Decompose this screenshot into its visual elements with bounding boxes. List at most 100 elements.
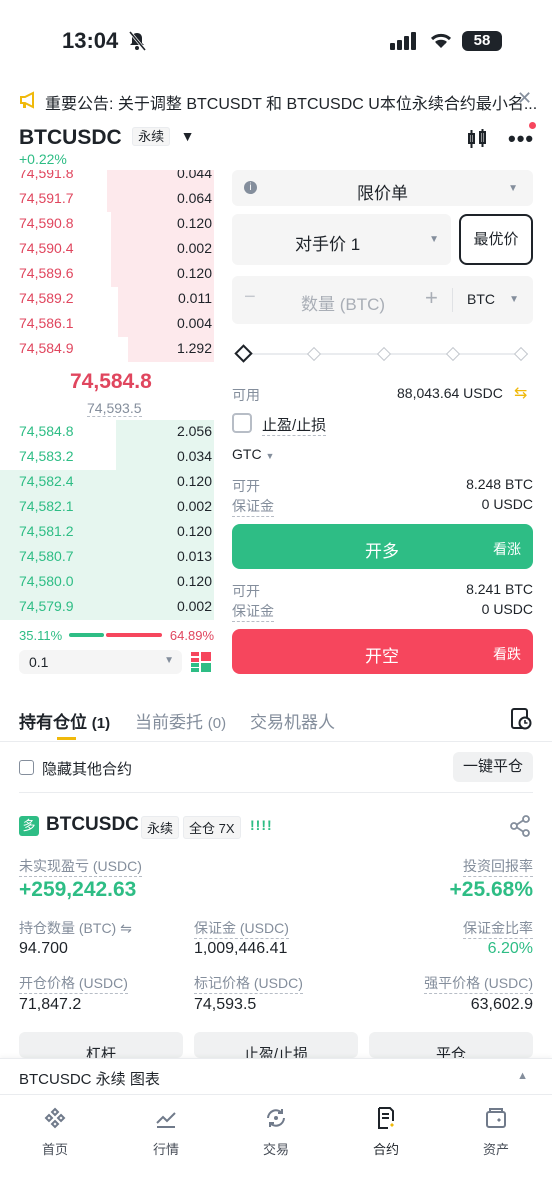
tab-trading-bots[interactable]: 交易机器人 xyxy=(250,708,335,733)
available-value: 88,043.64 USDC xyxy=(397,385,503,401)
swap-icon[interactable]: ⇋ xyxy=(120,920,132,936)
ask-quantity: 0.004 xyxy=(176,315,212,331)
tpsl-checkbox[interactable] xyxy=(232,413,252,433)
margin-ratio-value: 6.20% xyxy=(487,940,533,957)
book-layout-icon[interactable] xyxy=(191,652,211,677)
precision-select[interactable]: 0.1 ▼ xyxy=(19,650,182,674)
info-icon[interactable]: i xyxy=(244,181,257,194)
bid-row[interactable]: 74,580.7 0.013 xyxy=(0,545,214,570)
price-change: +0.22% xyxy=(19,151,67,167)
quantity-field[interactable]: − 数量 (BTC) + BTC ▼ xyxy=(232,276,533,324)
tab-open-orders[interactable]: 当前委托 (0) xyxy=(135,708,226,733)
nav-markets-label: 行情 xyxy=(152,1142,179,1157)
tif-select[interactable]: GTC ▼ xyxy=(232,446,274,462)
tpsl-button[interactable]: 止盈/止损 xyxy=(194,1032,358,1058)
quantity-unit[interactable]: BTC xyxy=(467,291,495,307)
position-tag: 永续 xyxy=(141,816,180,839)
close-icon[interactable]: ✕ xyxy=(517,88,532,109)
nav-markets[interactable]: 行情 xyxy=(126,1106,206,1158)
slider-step-50[interactable] xyxy=(376,346,392,362)
ask-row[interactable]: 74,584.9 1.292 xyxy=(0,337,214,362)
caret-down-icon: ▼ xyxy=(429,234,439,245)
close-all-button[interactable]: 一键平仓 xyxy=(453,752,533,782)
best-price-button[interactable]: 最优价 xyxy=(459,214,533,265)
slider-step-75[interactable] xyxy=(445,346,461,362)
bid-row[interactable]: 74,584.8 2.056 xyxy=(0,420,214,445)
open-short-button[interactable]: 开空 看跌 xyxy=(232,629,533,674)
announcement-bar[interactable]: 重要公告: 关于调整 BTCUSDT 和 BTCUSDC U本位永续合约最小名.… xyxy=(0,86,552,114)
bid-quantity: 0.034 xyxy=(176,448,212,464)
order-history-icon[interactable] xyxy=(510,708,532,735)
margin-label: 保证金 (USDC) xyxy=(194,918,289,939)
nav-assets[interactable]: 资产 xyxy=(456,1106,536,1158)
bid-row[interactable]: 74,583.2 0.034 xyxy=(0,445,214,470)
leverage-button[interactable]: 杠杆 xyxy=(19,1032,183,1058)
tab-orders-count: (0) xyxy=(207,715,227,732)
tpsl-label[interactable]: 止盈/止损 xyxy=(262,414,327,436)
share-icon[interactable] xyxy=(509,815,531,842)
roe-value: +25.68% xyxy=(449,878,534,901)
bid-quantity: 0.002 xyxy=(176,598,212,614)
nav-trade[interactable]: 交易 xyxy=(236,1106,316,1158)
bid-price: 74,582.1 xyxy=(19,498,74,514)
long-open-value: 8.248 BTC xyxy=(466,476,533,492)
order-book-asks: 74,591.8 0.044 74,591.7 0.064 74,590.8 0.120 7… xyxy=(0,170,214,370)
hide-other-label[interactable]: 隐藏其他合约 xyxy=(42,758,132,779)
bid-row[interactable]: 74,581.2 0.120 xyxy=(0,520,214,545)
slider-step-100[interactable] xyxy=(513,346,529,362)
nav-home[interactable]: 首页 xyxy=(15,1106,95,1158)
ask-price: 74,589.2 xyxy=(19,290,74,306)
price-mode-select[interactable]: 对手价 1 ▼ xyxy=(232,214,451,265)
ask-price: 74,590.4 xyxy=(19,240,74,256)
open-long-button[interactable]: 开多 看涨 xyxy=(232,524,533,569)
minus-icon[interactable]: − xyxy=(244,286,256,309)
long-open-label: 可开 xyxy=(232,478,260,494)
ask-row[interactable]: 74,589.2 0.011 xyxy=(0,287,214,312)
position-symbol[interactable]: BTCUSDC xyxy=(46,814,139,836)
symbol-selector[interactable]: BTCUSDC 永续 ▼ xyxy=(19,126,194,150)
nav-futures-label: 合约 xyxy=(372,1142,399,1157)
short-open-value: 8.241 BTC xyxy=(466,581,533,597)
wifi-icon xyxy=(428,30,454,55)
ask-row[interactable]: 74,591.7 0.064 xyxy=(0,187,214,212)
ask-row[interactable]: 74,591.8 0.044 xyxy=(0,170,214,187)
plus-icon[interactable]: + xyxy=(425,285,438,311)
announcement-text: 重要公告: 关于调整 BTCUSDT 和 BTCUSDC U本位永续合约最小名.… xyxy=(45,96,538,113)
tab-orders-label: 当前委托 xyxy=(135,713,203,732)
mark-price[interactable]: 74,593.5 xyxy=(87,400,142,417)
ask-row[interactable]: 74,589.6 0.120 xyxy=(0,262,214,287)
bid-price: 74,583.2 xyxy=(19,448,74,464)
bid-row[interactable]: 74,580.0 0.120 xyxy=(0,570,214,595)
long-margin-label: 保证金 xyxy=(232,496,274,517)
bid-row[interactable]: 74,579.9 0.002 xyxy=(0,595,214,620)
ask-price: 74,590.8 xyxy=(19,215,74,231)
bid-row[interactable]: 74,582.4 0.120 xyxy=(0,470,214,495)
hide-other-checkbox[interactable] xyxy=(19,760,34,775)
candlestick-icon[interactable] xyxy=(466,128,488,155)
slider-step-25[interactable] xyxy=(306,346,322,362)
mark-value: 74,593.5 xyxy=(194,996,257,1013)
trade-icon xyxy=(236,1106,316,1133)
ask-row[interactable]: 74,590.4 0.002 xyxy=(0,237,214,262)
quantity-slider[interactable] xyxy=(234,344,530,363)
tab-positions[interactable]: 持有仓位 (1) xyxy=(19,708,110,733)
bid-row[interactable]: 74,582.1 0.002 xyxy=(0,495,214,520)
margin-mode-tag[interactable]: 全仓 7X xyxy=(183,816,241,839)
home-icon xyxy=(15,1106,95,1133)
nav-futures[interactable]: 合约 xyxy=(346,1106,426,1158)
order-type-select[interactable]: i 限价单 ▼ xyxy=(232,170,533,206)
open-short-label: 开空 xyxy=(365,647,399,666)
slider-handle[interactable] xyxy=(234,344,253,363)
last-price: 74,584.8 xyxy=(70,370,152,393)
close-position-button[interactable]: 平仓 xyxy=(369,1032,533,1058)
sell-ratio-bar xyxy=(106,633,162,637)
more-icon[interactable]: ••• xyxy=(508,126,534,152)
ask-price: 74,584.9 xyxy=(19,340,74,356)
chart-drawer-label: BTCUSDC 永续 图表 xyxy=(19,1071,160,1088)
transfer-icon[interactable]: ⇆ xyxy=(514,383,527,403)
ask-row[interactable]: 74,586.1 0.004 xyxy=(0,312,214,337)
pnl-value: +259,242.63 xyxy=(19,878,137,901)
entry-value: 71,847.2 xyxy=(19,996,82,1013)
ask-row[interactable]: 74,590.8 0.120 xyxy=(0,212,214,237)
chart-drawer[interactable]: BTCUSDC 永续 图表 ▲ xyxy=(0,1058,552,1094)
